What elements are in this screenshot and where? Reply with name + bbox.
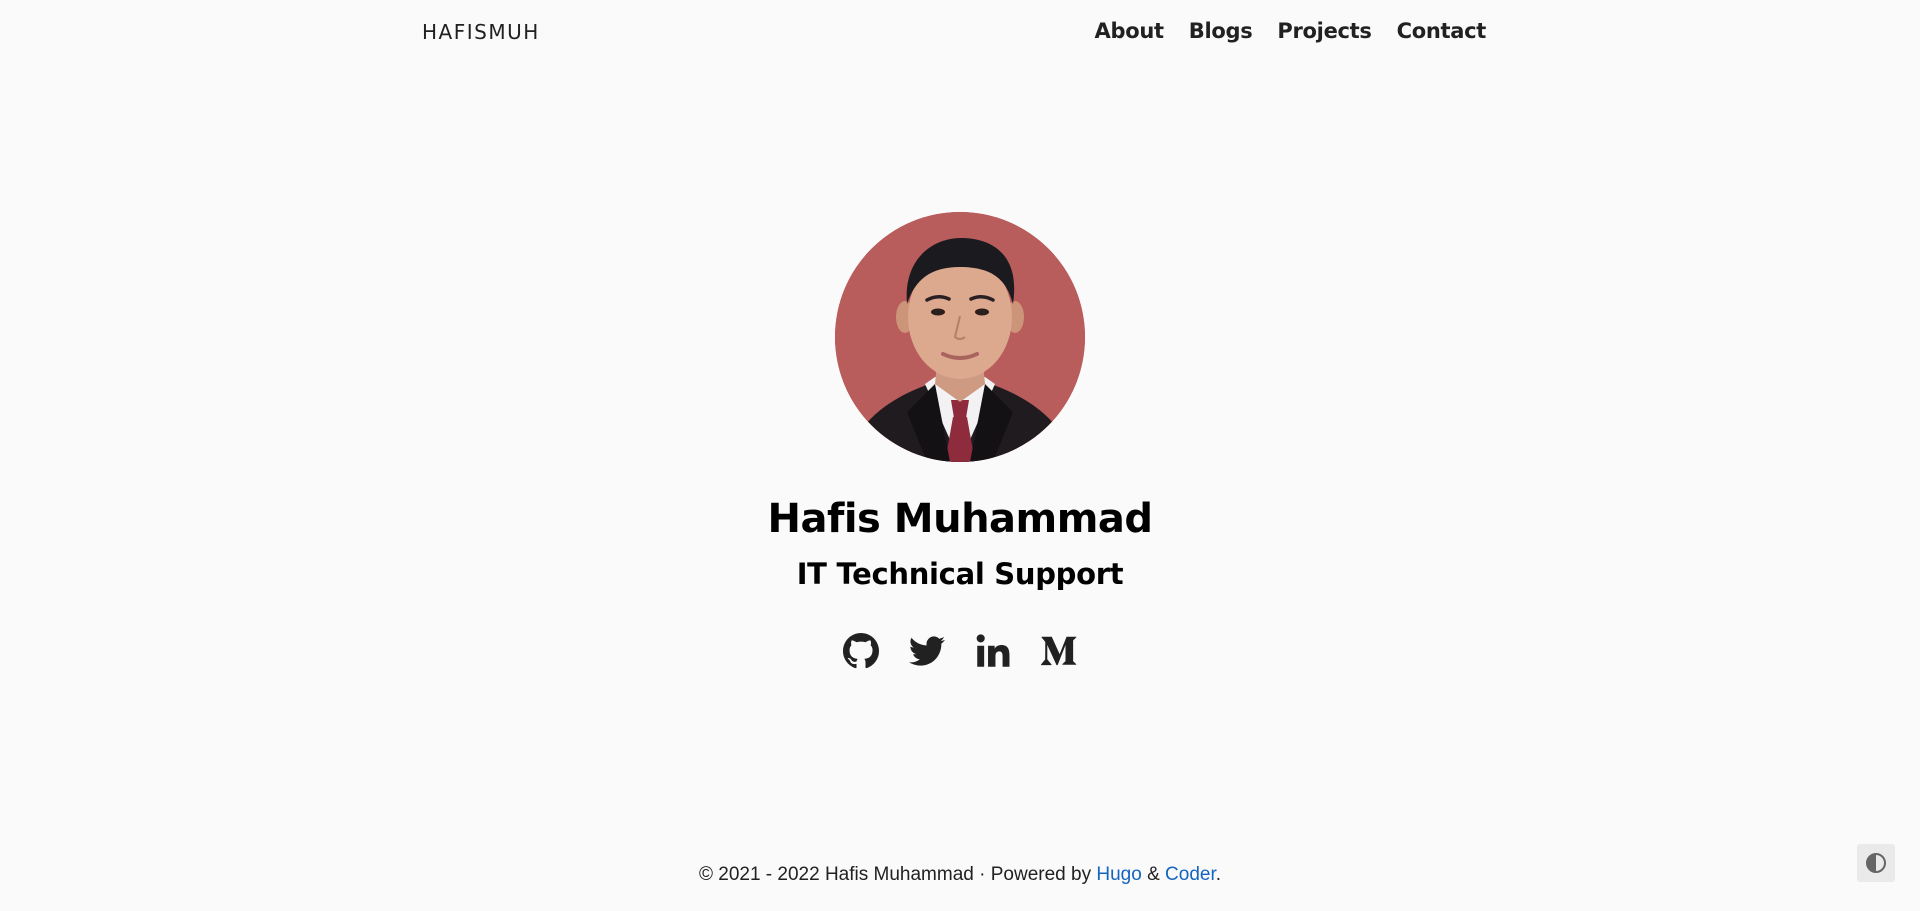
github-link[interactable] [843,633,879,669]
nav-link-about[interactable]: About [1095,19,1165,43]
profile-name: Hafis Muhammad [767,496,1153,542]
footer-period: . [1215,864,1222,885]
nav-link-contact[interactable]: Contact [1397,19,1487,43]
twitter-icon [909,636,945,666]
github-icon [843,633,879,669]
medium-link[interactable] [1041,633,1077,669]
site-brand-link[interactable]: HAFISMUH [422,20,540,44]
linkedin-link[interactable] [975,633,1011,669]
nav-item-about: About [1095,19,1165,43]
nav-item-blogs: Blogs [1189,19,1253,43]
avatar [835,212,1085,462]
social-item-linkedin [975,633,1011,669]
social-item-medium [1041,633,1077,669]
footer-copyright: © 2021 - 2022 Hafis Muhammad · Powered b… [698,864,1092,885]
color-scheme-toggle-button[interactable] [1857,844,1895,882]
coder-link[interactable]: Coder [1165,864,1216,885]
twitter-link[interactable] [909,633,945,669]
nav-link-projects[interactable]: Projects [1277,19,1372,43]
footer-ampersand: & [1147,864,1160,885]
navbar: HAFISMUH About Blogs Projects Contact [0,0,1920,66]
medium-icon [1041,636,1077,666]
nav-item-contact: Contact [1397,19,1487,43]
contrast-icon [1866,853,1886,873]
social-item-twitter [909,633,945,669]
profile-role: IT Technical Support [796,557,1124,591]
nav-item-projects: Projects [1277,19,1372,43]
avatar-portrait-image [835,212,1085,462]
hugo-link[interactable]: Hugo [1096,864,1141,885]
page: HAFISMUH About Blogs Projects Contact Ha… [0,0,1920,911]
linkedin-icon [976,634,1010,667]
social-item-github [843,633,879,669]
nav-link-blogs[interactable]: Blogs [1189,19,1253,43]
nav-menu: About Blogs Projects Contact [1095,19,1487,43]
social-links [0,633,1920,669]
footer: © 2021 - 2022 Hafis Muhammad · Powered b… [0,864,1920,886]
